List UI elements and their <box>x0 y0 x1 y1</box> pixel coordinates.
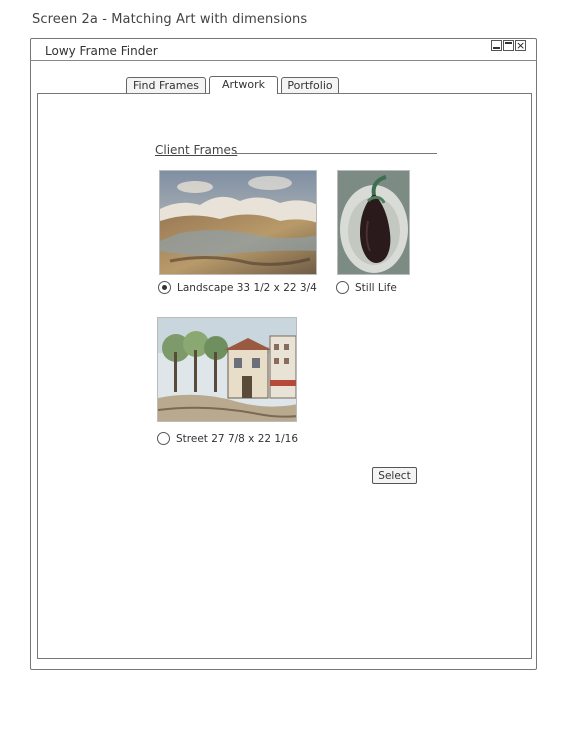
screen-title: Screen 2a - Matching Art with dimensions <box>32 12 308 27</box>
street-label: Street 27 7/8 x 22 1/16 <box>176 432 299 445</box>
close-button[interactable]: × <box>515 40 526 51</box>
still-life-radio[interactable] <box>336 281 349 294</box>
section-divider <box>232 153 437 154</box>
still-life-label: Still Life <box>355 281 397 294</box>
maximize-button[interactable] <box>503 40 514 51</box>
minimize-button[interactable] <box>491 40 502 51</box>
titlebar-divider <box>30 60 537 61</box>
landscape-label: Landscape 33 1/2 x 22 3/4 <box>177 281 317 294</box>
street-radio[interactable] <box>157 432 170 445</box>
section-title: Client Frames <box>155 143 238 157</box>
still-life-painting-image[interactable] <box>337 170 410 275</box>
landscape-radio[interactable] <box>158 281 171 294</box>
tab-find-frames[interactable]: Find Frames <box>126 77 206 93</box>
artwork-option-still-life[interactable]: Still Life <box>336 281 397 294</box>
artwork-option-street[interactable]: Street 27 7/8 x 22 1/16 <box>157 432 298 445</box>
window-title: Lowy Frame Finder <box>45 44 158 58</box>
select-button[interactable]: Select <box>372 467 417 484</box>
street-painting-image[interactable] <box>157 317 297 422</box>
artwork-option-landscape[interactable]: Landscape 33 1/2 x 22 3/4 <box>158 281 317 294</box>
tab-portfolio[interactable]: Portfolio <box>281 77 339 93</box>
landscape-painting-image[interactable] <box>159 170 317 275</box>
tab-artwork[interactable]: Artwork <box>209 76 278 94</box>
